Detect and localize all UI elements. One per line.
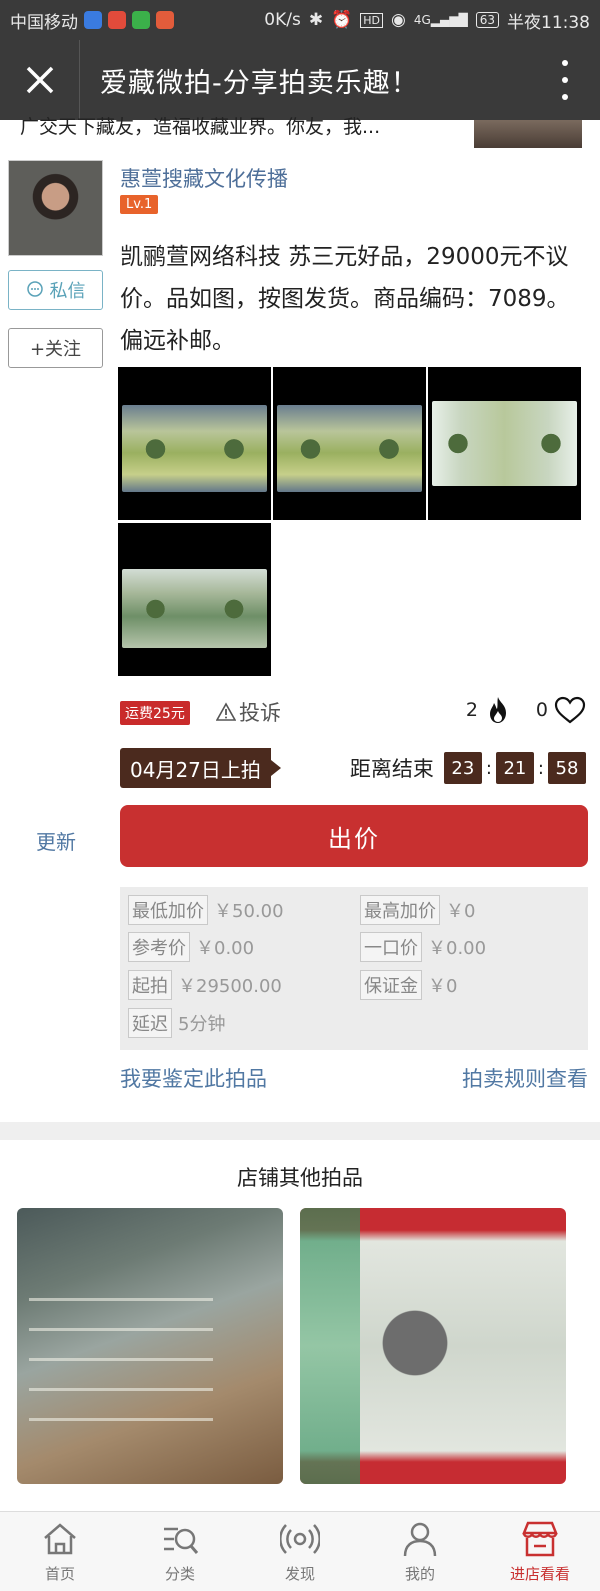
delay-value: 5分钟 [178,1014,226,1035]
status-bar: 中国移动 0K/s ✱ ⏰ HD ◉ 4G▂▄▆█ 63 半夜11:38 [0,0,600,40]
post-image-3[interactable] [428,367,581,520]
store-icon [522,1521,558,1557]
delay: 延迟 5分钟 [128,1008,225,1038]
start-price-label: 起拍 [128,970,172,1000]
nav-mine[interactable]: 我的 [360,1512,480,1591]
private-message-label: 私信 [49,281,86,302]
prev-post-text: 广交天下藏友，造福收藏业界。你友，我... [20,116,381,138]
countdown-separator: : [485,757,492,779]
user-icon [403,1522,437,1557]
shipping-badge: 运费25元 [120,701,190,725]
signal-icon: 4G▂▄▆█ [413,13,468,27]
bottom-nav: 首页 分类 发现 我的 进店看看 [0,1511,600,1591]
nav-mine-label: 我的 [404,1565,435,1583]
ref-price-label: 参考价 [128,932,190,962]
bluetooth-icon: ✱ [308,10,324,30]
baidu-app-icon [84,11,102,29]
prev-post-image[interactable] [474,120,582,148]
battery-icon: 63 [475,12,499,28]
heat-count: 2 [465,699,478,721]
title-bar: 爱藏微拍-分享拍卖乐趣！ [0,40,600,120]
follow-button[interactable]: +关注 [8,328,103,368]
post-image-4[interactable] [118,523,271,676]
post-description: 凯鹂萱网络科技 苏三元好品，29000元不议价。品如图，按图发货。商品编码：70… [120,244,570,354]
start-price: 起拍 ￥29500.00 [128,970,282,1000]
shop-other-items-title: 店铺其他拍品 [237,1166,363,1190]
buyout-label: 一口价 [360,932,422,962]
bike-app-icon [156,11,174,29]
eye-icon: ◉ [391,10,406,30]
seller-name[interactable]: 惠萱搜藏文化传播 [120,163,288,193]
countdown-minutes: 21 [495,752,534,784]
more-dot-icon [562,94,568,100]
more-options-button[interactable] [560,60,570,100]
discover-icon [280,1524,320,1554]
level-badge: Lv.1 [120,195,159,214]
nav-discover[interactable]: 发现 [240,1512,360,1591]
warning-icon [216,702,236,721]
appraise-link[interactable]: 我要鉴定此拍品 [120,1063,267,1093]
nav-category[interactable]: 分类 [120,1512,240,1591]
shop-item-thumbnail-1[interactable] [17,1208,283,1484]
max-increment-value: ￥0 [446,901,476,922]
complain-label: 投诉 [239,701,281,725]
ref-price: 参考价 ￥0.00 [128,932,254,962]
hd-icon: HD [360,12,384,28]
post-stats: 2 0 [466,695,586,725]
video-app-icon [132,11,150,29]
category-search-icon [164,1527,199,1554]
private-message-button[interactable]: 私信 [8,270,103,310]
auction-start-tag: 04月27日上拍 [120,748,281,788]
nav-category-label: 分类 [164,1565,195,1583]
start-price-value: ￥29500.00 [178,976,282,997]
nav-discover-label: 发现 [284,1565,315,1583]
post-image-2[interactable] [273,367,426,520]
section-divider [0,1122,600,1140]
countdown-hours: 23 [443,752,482,784]
buyout-value: ￥0.00 [428,938,487,959]
nav-store[interactable]: 进店看看 [480,1512,600,1591]
shop-item-thumbnail-2[interactable] [300,1208,566,1484]
nav-store-label: 进店看看 [509,1565,570,1583]
chat-bubble-icon [26,281,43,297]
close-button[interactable] [0,40,80,120]
carrier-label: 中国移动 [10,12,78,33]
countdown-label: 距离结束 [349,757,434,781]
fire-icon[interactable] [484,695,512,725]
min-increment-value: ￥50.00 [214,901,284,922]
buyout-price: 一口价 ￥0.00 [360,932,486,962]
nav-home[interactable]: 首页 [0,1512,120,1591]
auction-info-panel: 最低加价 ￥50.00 最高加价 ￥0 参考价 ￥0.00 一口价 ￥0.00 … [120,887,588,1050]
map-app-icon [108,11,126,29]
refresh-link[interactable]: 更新 [36,826,76,855]
net-speed: 0K/s [264,10,301,30]
more-dot-icon [562,60,568,66]
alarm-icon: ⏰ [331,10,353,30]
max-increment-label: 最高加价 [360,895,440,925]
more-dot-icon [562,77,568,83]
heart-icon[interactable] [554,696,586,724]
deposit-value: ￥0 [428,976,458,997]
delay-label: 延迟 [128,1008,172,1038]
max-increment: 最高加价 ￥0 [360,895,475,925]
seller-avatar[interactable] [8,160,103,256]
auction-rules-link[interactable]: 拍卖规则查看 [462,1063,588,1093]
deposit-label: 保证金 [360,970,422,1000]
post-image-1[interactable] [118,367,271,520]
like-count: 0 [535,699,548,721]
bid-button[interactable]: 出价 [120,805,588,867]
complain-button[interactable]: 投诉 [216,697,281,727]
nav-home-label: 首页 [44,1565,75,1583]
min-increment: 最低加价 ￥50.00 [128,895,284,925]
page-title: 爱藏微拍-分享拍卖乐趣！ [100,67,419,99]
ref-price-value: ￥0.00 [196,938,255,959]
close-icon [26,66,53,94]
min-increment-label: 最低加价 [128,895,208,925]
clock: 半夜11:38 [507,12,590,33]
countdown: 距离结束 23 : 21 : 58 [350,752,586,784]
deposit: 保证金 ￥0 [360,970,457,1000]
home-icon [44,1523,76,1555]
countdown-seconds: 58 [548,752,586,784]
countdown-separator: : [537,757,544,779]
